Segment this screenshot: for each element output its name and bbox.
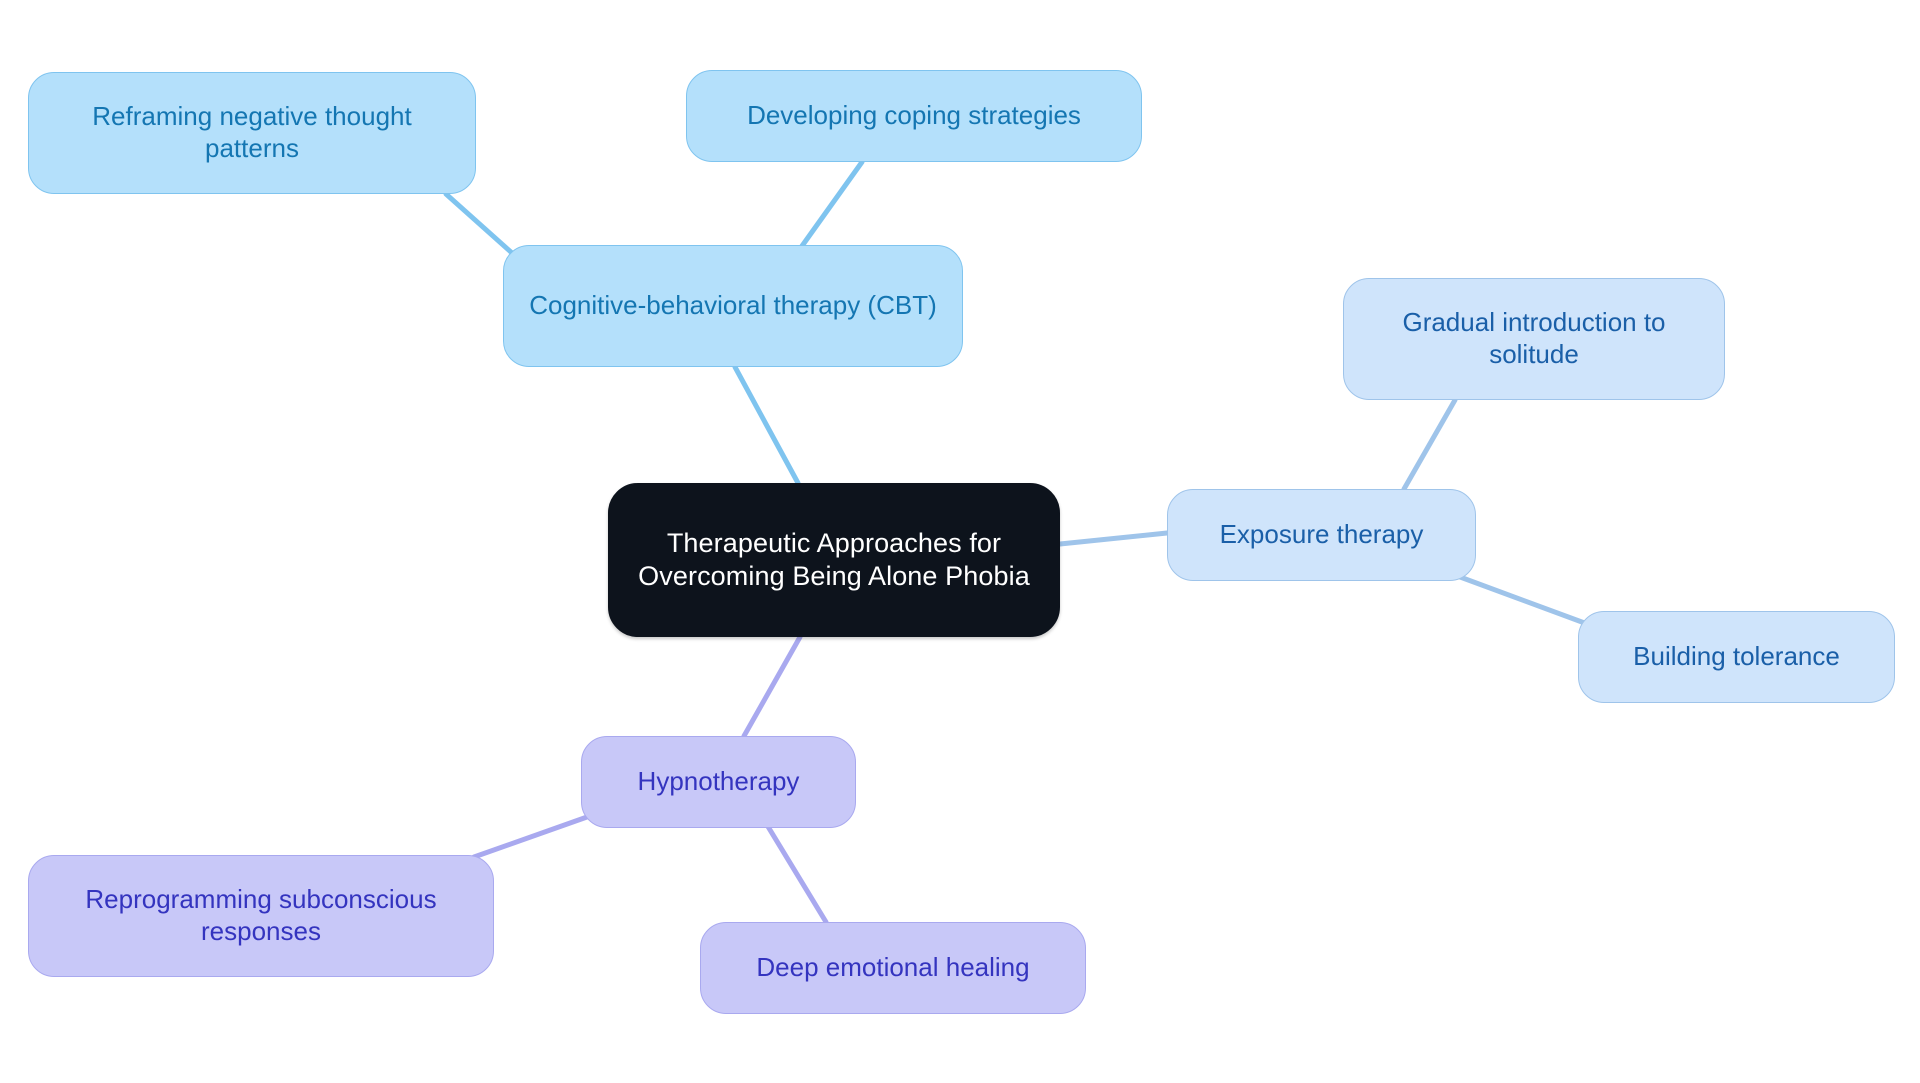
leaf-node-reframing-negative-thought-patterns[interactable]: Reframing negative thought patterns (28, 72, 476, 194)
edge-hypno-healing (761, 817, 829, 925)
branch-node-cognitive-behavioral-therapy[interactable]: Cognitive-behavioral therapy (CBT) (503, 245, 963, 367)
leaf-node-label: Gradual introduction to solitude (1402, 307, 1666, 369)
mindmap-canvas: Therapeutic Approaches for Overcoming Be… (0, 0, 1920, 1083)
central-node[interactable]: Therapeutic Approaches for Overcoming Be… (608, 483, 1060, 637)
branch-node-label: Cognitive-behavioral therapy (CBT) (529, 290, 937, 321)
edge-central-exposure (1057, 530, 1170, 547)
branch-node-hypnotherapy[interactable]: Hypnotherapy (581, 736, 856, 828)
edge-hypno-reprogramming (471, 814, 590, 860)
branch-node-exposure-therapy[interactable]: Exposure therapy (1167, 489, 1476, 581)
leaf-node-label: Reframing negative thought patterns (92, 101, 412, 163)
leaf-node-label: Developing coping strategies (747, 100, 1081, 131)
leaf-node-gradual-introduction-to-solitude[interactable]: Gradual introduction to solitude (1343, 278, 1725, 400)
branch-node-label: Hypnotherapy (637, 766, 800, 797)
leaf-node-label: Building tolerance (1633, 641, 1840, 672)
central-node-label: Therapeutic Approaches for Overcoming Be… (638, 528, 1030, 591)
edge-cbt-reframing (443, 191, 515, 256)
edge-exposure-building (1449, 571, 1593, 628)
edge-central-cbt (732, 364, 801, 486)
leaf-node-label: Reprogramming subconscious responses (85, 884, 437, 946)
leaf-node-reprogramming-subconscious-responses[interactable]: Reprogramming subconscious responses (28, 855, 494, 977)
branch-node-label: Exposure therapy (1219, 519, 1424, 550)
leaf-node-deep-emotional-healing[interactable]: Deep emotional healing (700, 922, 1086, 1014)
leaf-node-developing-coping-strategies[interactable]: Developing coping strategies (686, 70, 1142, 162)
edge-central-hypnotherapy (741, 634, 803, 739)
leaf-node-building-tolerance[interactable]: Building tolerance (1578, 611, 1895, 703)
edge-exposure-gradual (1401, 397, 1458, 492)
leaf-node-label: Deep emotional healing (756, 952, 1030, 983)
edge-cbt-coping (799, 159, 865, 249)
